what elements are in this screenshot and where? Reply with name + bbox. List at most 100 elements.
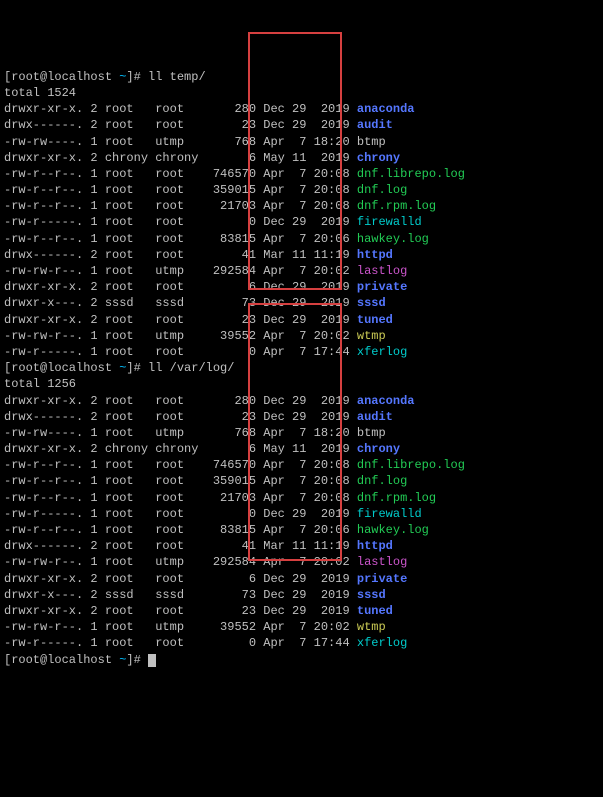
perms: -rw-rw-r--. 1 root utmp 292584 [4, 555, 263, 569]
terminal-line: drwxr-xr-x. 2 root root 280 Dec 29 2019 … [4, 393, 599, 409]
perms: -rw-r--r--. 1 root root 746570 [4, 458, 263, 472]
date: Dec 29 2019 [263, 296, 357, 310]
filename: lastlog [357, 264, 407, 278]
perms: drwxr-xr-x. 2 chrony chrony 6 [4, 442, 263, 456]
filename: private [357, 280, 407, 294]
filename: dnf.log [357, 474, 407, 488]
date: Apr 7 18:20 [263, 135, 357, 149]
terminal-line: drwxr-xr-x. 2 root root 23 Dec 29 2019 t… [4, 312, 599, 328]
prompt-path: ~ [119, 653, 126, 667]
date: Apr 7 20:08 [263, 167, 357, 181]
date: Dec 29 2019 [263, 394, 357, 408]
perms: drwxr-xr-x. 2 root root 280 [4, 394, 263, 408]
terminal-line: drwx------. 2 root root 41 Mar 11 11:19 … [4, 538, 599, 554]
filename: httpd [357, 248, 393, 262]
terminal-line: drwx------. 2 root root 23 Dec 29 2019 a… [4, 117, 599, 133]
filename: audit [357, 410, 393, 424]
filename: httpd [357, 539, 393, 553]
perms: -rw-rw----. 1 root utmp 768 [4, 426, 263, 440]
date: Dec 29 2019 [263, 215, 357, 229]
perms: -rw-r--r--. 1 root root 21703 [4, 491, 263, 505]
date: Dec 29 2019 [263, 588, 357, 602]
terminal-line: -rw-rw-r--. 1 root utmp 292584 Apr 7 20:… [4, 263, 599, 279]
date: Apr 7 20:06 [263, 232, 357, 246]
filename: dnf.librepo.log [357, 458, 465, 472]
date: Apr 7 20:02 [263, 620, 357, 634]
date: Apr 7 20:06 [263, 523, 357, 537]
prompt-user: [root@localhost [4, 653, 119, 667]
filename: anaconda [357, 394, 415, 408]
terminal-line: -rw-r--r--. 1 root root 359015 Apr 7 20:… [4, 473, 599, 489]
terminal-line: drwxr-xr-x. 2 root root 280 Dec 29 2019 … [4, 101, 599, 117]
perms: drwxr-xr-x. 2 chrony chrony 6 [4, 151, 263, 165]
perms: -rw-rw-r--. 1 root utmp 39552 [4, 620, 263, 634]
command-text[interactable]: ll temp/ [148, 70, 206, 84]
terminal-line: drwxr-xr-x. 2 chrony chrony 6 May 11 201… [4, 150, 599, 166]
filename: dnf.rpm.log [357, 491, 436, 505]
terminal-line: -rw-r-----. 1 root root 0 Dec 29 2019 fi… [4, 214, 599, 230]
terminal-line: total 1256 [4, 376, 599, 392]
terminal-line: drwxr-xr-x. 2 root root 6 Dec 29 2019 pr… [4, 279, 599, 295]
date: Apr 7 18:20 [263, 426, 357, 440]
date: Dec 29 2019 [263, 102, 357, 116]
cursor[interactable] [148, 654, 156, 667]
filename: firewalld [357, 215, 422, 229]
filename: btmp [357, 426, 386, 440]
filename: xferlog [357, 636, 407, 650]
date: Apr 7 20:08 [263, 474, 357, 488]
filename: sssd [357, 588, 386, 602]
perms: -rw-r-----. 1 root root 0 [4, 636, 263, 650]
filename: audit [357, 118, 393, 132]
filename: dnf.librepo.log [357, 167, 465, 181]
terminal-line: [root@localhost ~]# ll /var/log/ [4, 360, 599, 376]
prompt-close: ]# [126, 70, 148, 84]
date: May 11 2019 [263, 151, 357, 165]
perms: drwxr-xr-x. 2 root root 6 [4, 280, 263, 294]
terminal-line: total 1524 [4, 85, 599, 101]
terminal-line: drwxr-x---. 2 sssd sssd 73 Dec 29 2019 s… [4, 587, 599, 603]
perms: drwxr-xr-x. 2 root root 23 [4, 313, 263, 327]
perms: -rw-r--r--. 1 root root 359015 [4, 183, 263, 197]
date: Mar 11 11:19 [263, 248, 357, 262]
terminal-line: -rw-r--r--. 1 root root 21703 Apr 7 20:0… [4, 198, 599, 214]
date: Dec 29 2019 [263, 118, 357, 132]
filename: wtmp [357, 620, 386, 634]
filename: chrony [357, 442, 400, 456]
terminal-line: -rw-r--r--. 1 root root 359015 Apr 7 20:… [4, 182, 599, 198]
terminal-line: drwxr-x---. 2 sssd sssd 73 Dec 29 2019 s… [4, 295, 599, 311]
terminal-line: -rw-r--r--. 1 root root 83815 Apr 7 20:0… [4, 231, 599, 247]
prompt-user: [root@localhost [4, 70, 119, 84]
filename: wtmp [357, 329, 386, 343]
filename: lastlog [357, 555, 407, 569]
terminal-line: -rw-rw----. 1 root utmp 768 Apr 7 18:20 … [4, 425, 599, 441]
perms: -rw-rw-r--. 1 root utmp 292584 [4, 264, 263, 278]
perms: -rw-r--r--. 1 root root 359015 [4, 474, 263, 488]
terminal-line: -rw-rw----. 1 root utmp 768 Apr 7 18:20 … [4, 134, 599, 150]
perms: drwx------. 2 root root 23 [4, 410, 263, 424]
filename: firewalld [357, 507, 422, 521]
terminal-line: drwxr-xr-x. 2 chrony chrony 6 May 11 201… [4, 441, 599, 457]
date: Apr 7 20:02 [263, 555, 357, 569]
perms: -rw-r--r--. 1 root root 83815 [4, 523, 263, 537]
perms: drwx------. 2 root root 41 [4, 248, 263, 262]
terminal-line: drwxr-xr-x. 2 root root 6 Dec 29 2019 pr… [4, 571, 599, 587]
filename: sssd [357, 296, 386, 310]
filename: btmp [357, 135, 386, 149]
date: Apr 7 20:02 [263, 329, 357, 343]
filename: private [357, 572, 407, 586]
date: Apr 7 20:08 [263, 491, 357, 505]
terminal-line: drwx------. 2 root root 41 Mar 11 11:19 … [4, 247, 599, 263]
date: Apr 7 20:08 [263, 458, 357, 472]
terminal-line: drwx------. 2 root root 23 Dec 29 2019 a… [4, 409, 599, 425]
perms: drwxr-xr-x. 2 root root 23 [4, 604, 263, 618]
command-text[interactable]: ll /var/log/ [148, 361, 234, 375]
filename: xferlog [357, 345, 407, 359]
terminal-line: -rw-r-----. 1 root root 0 Apr 7 17:44 xf… [4, 635, 599, 651]
terminal-line: -rw-r--r--. 1 root root 83815 Apr 7 20:0… [4, 522, 599, 538]
date: Mar 11 11:19 [263, 539, 357, 553]
perms: -rw-r-----. 1 root root 0 [4, 345, 263, 359]
perms: -rw-r--r--. 1 root root 83815 [4, 232, 263, 246]
perms: -rw-r-----. 1 root root 0 [4, 507, 263, 521]
perms: drwx------. 2 root root 23 [4, 118, 263, 132]
filename: tuned [357, 313, 393, 327]
